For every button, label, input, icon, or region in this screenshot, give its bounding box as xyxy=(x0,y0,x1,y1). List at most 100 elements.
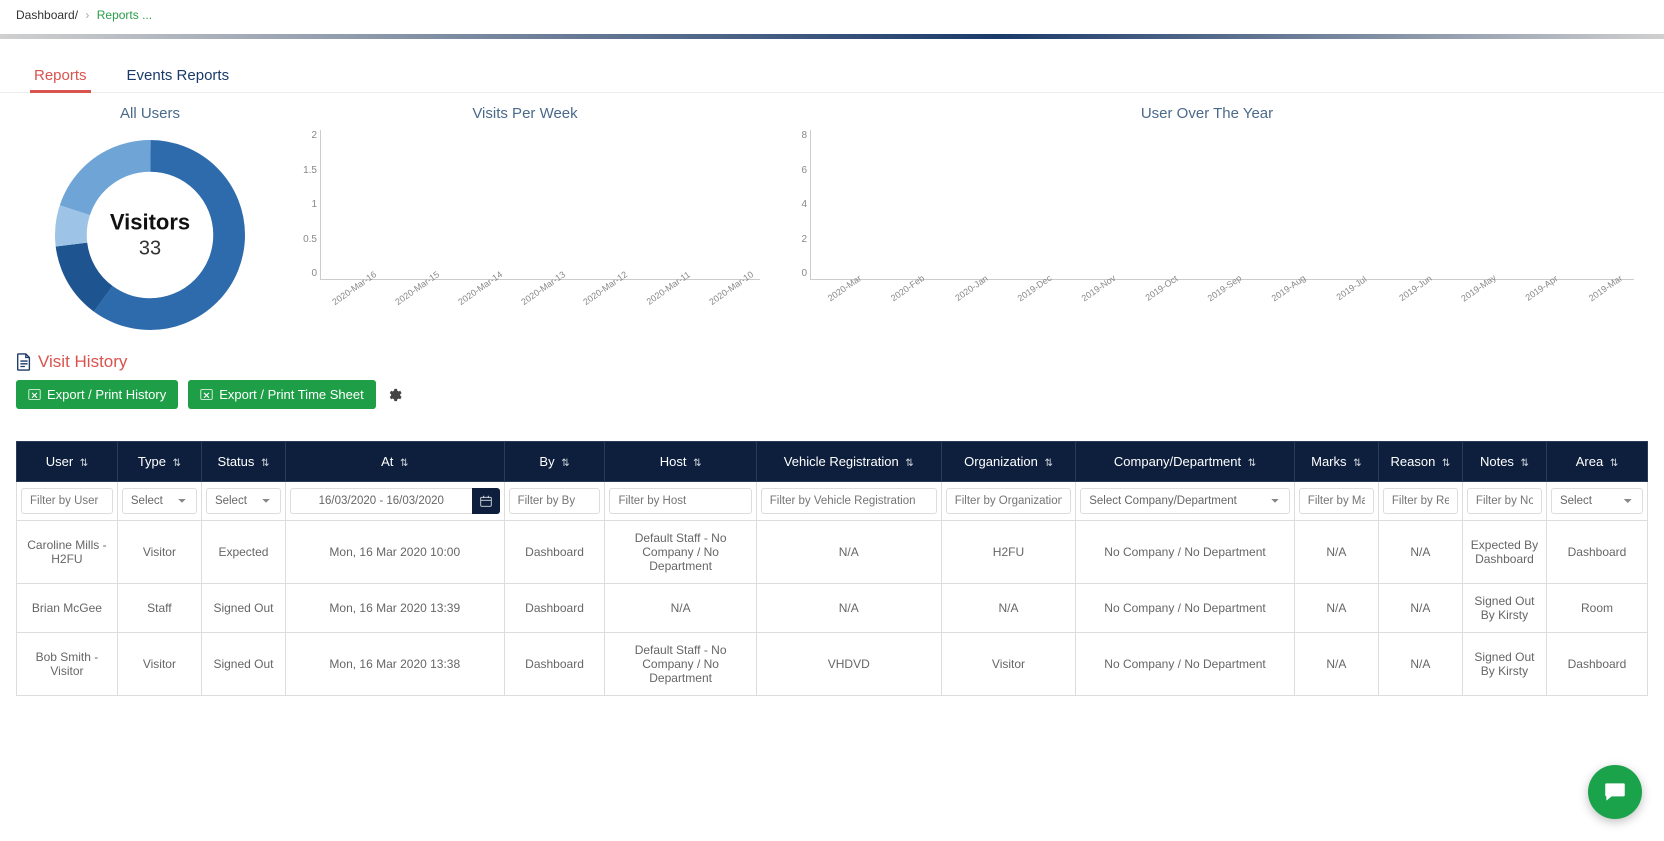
donut-chart: Visitors 33 xyxy=(45,130,255,340)
cell-notes: Signed Out By Kirsty xyxy=(1462,633,1546,696)
cell-status: Signed Out xyxy=(201,584,285,633)
cell-vehicle: N/A xyxy=(756,584,941,633)
excel-icon xyxy=(28,388,41,401)
chart-title-year: User Over The Year xyxy=(780,105,1634,122)
cell-notes: Expected By Dashboard xyxy=(1462,521,1546,584)
cell-user: Brian McGee xyxy=(17,584,118,633)
sort-icon: ⇅ xyxy=(905,458,913,469)
cell-notes: Signed Out By Kirsty xyxy=(1462,584,1546,633)
chat-fab[interactable] xyxy=(1588,765,1642,819)
document-icon xyxy=(16,353,32,371)
cell-type: Staff xyxy=(117,584,201,633)
cell-reason: N/A xyxy=(1378,521,1462,584)
cell-type: Visitor xyxy=(117,521,201,584)
cell-user: Caroline Mills - H2FU xyxy=(17,521,118,584)
cell-area: Dashboard xyxy=(1546,521,1647,584)
export-timesheet-button[interactable]: Export / Print Time Sheet xyxy=(188,380,376,409)
filter-vehicle-input[interactable] xyxy=(761,488,937,514)
filter-notes-input[interactable] xyxy=(1467,488,1542,514)
cell-at: Mon, 16 Mar 2020 13:39 xyxy=(286,584,505,633)
gear-icon[interactable] xyxy=(386,387,402,403)
cell-marks: N/A xyxy=(1294,584,1378,633)
cell-company: No Company / No Department xyxy=(1076,521,1295,584)
chat-icon xyxy=(1602,779,1628,805)
export-history-button[interactable]: Export / Print History xyxy=(16,380,178,409)
column-header[interactable]: Reason ⇅ xyxy=(1378,442,1462,482)
cell-org: Visitor xyxy=(941,633,1076,696)
column-header[interactable]: Vehicle Registration ⇅ xyxy=(756,442,941,482)
tab-reports[interactable]: Reports xyxy=(30,59,91,92)
column-header[interactable]: Company/Department ⇅ xyxy=(1076,442,1295,482)
sort-icon: ⇅ xyxy=(400,458,408,469)
column-header[interactable]: Organization ⇅ xyxy=(941,442,1076,482)
column-header[interactable]: Type ⇅ xyxy=(117,442,201,482)
chart-title-week: Visits Per Week xyxy=(290,105,760,122)
cell-company: No Company / No Department xyxy=(1076,584,1295,633)
visits-per-week-chart: Visits Per Week 21.510.50 2020-Mar-16202… xyxy=(290,105,760,340)
cell-reason: N/A xyxy=(1378,633,1462,696)
cell-host: Default Staff - No Company / No Departme… xyxy=(605,633,756,696)
filter-user-input[interactable] xyxy=(21,488,113,514)
calendar-icon[interactable] xyxy=(472,488,500,514)
table-row: Caroline Mills - H2FUVisitorExpectedMon,… xyxy=(17,521,1648,584)
filter-by-input[interactable] xyxy=(509,488,601,514)
cell-marks: N/A xyxy=(1294,521,1378,584)
user-over-year-chart: User Over The Year 86420 2020-Mar2020-Fe… xyxy=(780,105,1634,340)
sort-icon: ⇅ xyxy=(1044,458,1052,469)
filter-host-input[interactable] xyxy=(609,488,751,514)
all-users-chart: All Users Visitors 33 xyxy=(30,105,270,340)
filter-row: Select Select Select Company/Department … xyxy=(17,482,1648,521)
filter-status-select[interactable]: Select xyxy=(206,488,281,514)
filter-type-select[interactable]: Select xyxy=(122,488,197,514)
column-header[interactable]: By ⇅ xyxy=(504,442,605,482)
filter-reason-input[interactable] xyxy=(1383,488,1458,514)
column-header[interactable]: Area ⇅ xyxy=(1546,442,1647,482)
sort-icon: ⇅ xyxy=(561,458,569,469)
cell-marks: N/A xyxy=(1294,633,1378,696)
filter-marks-input[interactable] xyxy=(1299,488,1374,514)
column-header[interactable]: At ⇅ xyxy=(286,442,505,482)
cell-at: Mon, 16 Mar 2020 13:38 xyxy=(286,633,505,696)
column-header[interactable]: User ⇅ xyxy=(17,442,118,482)
visit-history-table: User ⇅Type ⇅Status ⇅At ⇅By ⇅Host ⇅Vehicl… xyxy=(16,441,1648,696)
filter-org-input[interactable] xyxy=(946,488,1072,514)
chart-title-all-users: All Users xyxy=(30,105,270,122)
sort-icon: ⇅ xyxy=(1353,458,1361,469)
cell-area: Dashboard xyxy=(1546,633,1647,696)
cell-area: Room xyxy=(1546,584,1647,633)
column-header[interactable]: Status ⇅ xyxy=(201,442,285,482)
cell-at: Mon, 16 Mar 2020 10:00 xyxy=(286,521,505,584)
chevron-right-icon: › xyxy=(85,8,89,22)
breadcrumb-dashboard[interactable]: Dashboard/ xyxy=(16,8,78,22)
sort-icon: ⇅ xyxy=(1610,458,1618,469)
sort-icon: ⇅ xyxy=(173,458,181,469)
breadcrumb-current: Reports ... xyxy=(97,8,152,22)
cell-vehicle: VHDVD xyxy=(756,633,941,696)
filter-company-select[interactable]: Select Company/Department xyxy=(1080,488,1290,514)
column-header[interactable]: Marks ⇅ xyxy=(1294,442,1378,482)
excel-icon xyxy=(200,388,213,401)
cell-by: Dashboard xyxy=(504,521,605,584)
filter-area-select[interactable]: Select xyxy=(1551,488,1643,514)
cell-by: Dashboard xyxy=(504,584,605,633)
sort-icon: ⇅ xyxy=(1521,458,1529,469)
tab-events-reports[interactable]: Events Reports xyxy=(123,59,234,92)
table-row: Bob Smith - Visitor Visitor Signed OutMon,… xyxy=(17,633,1648,696)
cell-reason: N/A xyxy=(1378,584,1462,633)
tabs: Reports Events Reports xyxy=(0,59,1664,93)
cell-host: Default Staff - No Company / No Departme… xyxy=(605,521,756,584)
column-header[interactable]: Notes ⇅ xyxy=(1462,442,1546,482)
column-header[interactable]: Host ⇅ xyxy=(605,442,756,482)
cell-status: Signed Out xyxy=(201,633,285,696)
breadcrumb: Dashboard/ › Reports ... xyxy=(0,0,1664,30)
filter-date-input[interactable] xyxy=(290,488,472,514)
cell-user: Bob Smith - Visitor xyxy=(17,633,118,696)
charts-row: All Users Visitors 33 Visits Per Week 21… xyxy=(0,93,1664,340)
cell-vehicle: N/A xyxy=(756,521,941,584)
sort-icon: ⇅ xyxy=(80,458,88,469)
sort-icon: ⇅ xyxy=(693,458,701,469)
visit-history-section: Visit History Export / Print History Exp… xyxy=(0,340,1664,441)
cell-status: Expected xyxy=(201,521,285,584)
divider-gradient xyxy=(0,34,1664,39)
donut-center-value: 33 xyxy=(110,238,190,261)
